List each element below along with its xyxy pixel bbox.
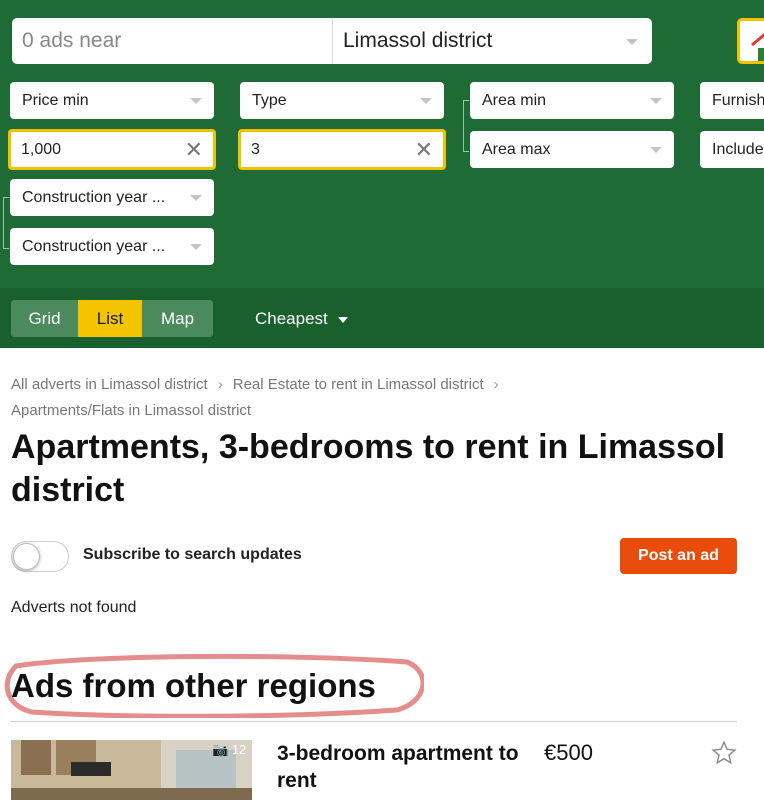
price-min-select[interactable]: Price min (10, 82, 214, 119)
area-min-select[interactable]: Area min (470, 82, 674, 119)
search-input[interactable]: 0 ads near (22, 18, 121, 64)
type-input[interactable]: 3 ✕ (238, 129, 446, 170)
other-regions-heading: Ads from other regions (11, 667, 376, 704)
chevron-right-icon: › (493, 376, 499, 393)
star-icon[interactable] (711, 740, 737, 766)
search-divider (332, 18, 333, 64)
area-max-select[interactable]: Area max (470, 131, 674, 168)
construction-year-from-select[interactable]: Construction year ... (10, 179, 214, 216)
home-icon[interactable] (737, 18, 764, 64)
price-min-input[interactable]: 1,000 ✕ (8, 129, 216, 170)
close-icon[interactable]: ✕ (185, 138, 203, 161)
type-value: 3 (251, 140, 260, 158)
sort-select[interactable]: Cheapest (255, 300, 348, 337)
post-ad-button[interactable]: Post an ad (620, 538, 737, 574)
search-bar[interactable]: 0 ads near Limassol district (12, 18, 652, 64)
page-title: Apartments, 3-bedrooms to rent in Limass… (11, 428, 726, 509)
chevron-down-icon (190, 194, 202, 201)
view-map-button[interactable]: Map (142, 300, 213, 337)
view-toggle: Grid List Map (11, 300, 213, 337)
range-bracket (463, 100, 469, 152)
chevron-down-icon (190, 97, 202, 104)
area-min-label: Area min (482, 91, 547, 109)
close-icon[interactable]: ✕ (415, 138, 433, 161)
sort-label: Cheapest (255, 309, 328, 328)
include-label: Include (712, 140, 764, 158)
listing-price: €500 (544, 740, 593, 765)
construction-year-to-select[interactable]: Construction year ... (10, 228, 214, 265)
type-select[interactable]: Type (240, 82, 444, 119)
view-list-button[interactable]: List (78, 300, 142, 337)
photo-count: 📷 12 (212, 742, 246, 758)
chevron-down-icon (650, 97, 662, 104)
divider (11, 721, 737, 722)
toggle-knob (13, 543, 40, 570)
furnishing-select[interactable]: Furnish (700, 82, 764, 119)
chevron-down-icon (190, 243, 202, 250)
type-label: Type (252, 91, 287, 109)
furnishing-label: Furnish (712, 91, 764, 109)
price-value: 1,000 (21, 140, 62, 158)
chevron-right-icon: › (217, 376, 223, 393)
camera-icon: 📷 (212, 742, 229, 757)
house-icon (751, 33, 764, 61)
breadcrumb-link[interactable]: All adverts in Limassol district (11, 376, 208, 393)
photo-count-value: 12 (231, 742, 247, 757)
area-max-label: Area max (482, 140, 551, 158)
chevron-down-icon (626, 39, 638, 45)
include-select[interactable]: Include (700, 131, 764, 168)
price-min-label: Price min (22, 91, 89, 109)
breadcrumb: All adverts in Limassol district › Real Es… (11, 372, 751, 424)
breadcrumb-link[interactable]: Real Estate to rent in Limassol district (233, 376, 484, 393)
construction-to-label: Construction year ... (22, 237, 166, 255)
subscribe-toggle[interactable] (11, 541, 69, 572)
view-grid-button[interactable]: Grid (11, 300, 78, 337)
chevron-down-icon (337, 316, 348, 323)
range-bracket (3, 197, 9, 249)
region-select[interactable]: Limassol district (343, 18, 492, 64)
chevron-down-icon (650, 146, 662, 153)
chevron-down-icon (420, 97, 432, 104)
empty-results-text: Adverts not found (11, 599, 137, 616)
breadcrumb-link[interactable]: Apartments/Flats in Limassol district (11, 402, 251, 419)
construction-from-label: Construction year ... (22, 188, 166, 206)
listing-title[interactable]: 3-bedroom apartment to rent (277, 740, 527, 794)
subscribe-label: Subscribe to search updates (83, 546, 302, 563)
